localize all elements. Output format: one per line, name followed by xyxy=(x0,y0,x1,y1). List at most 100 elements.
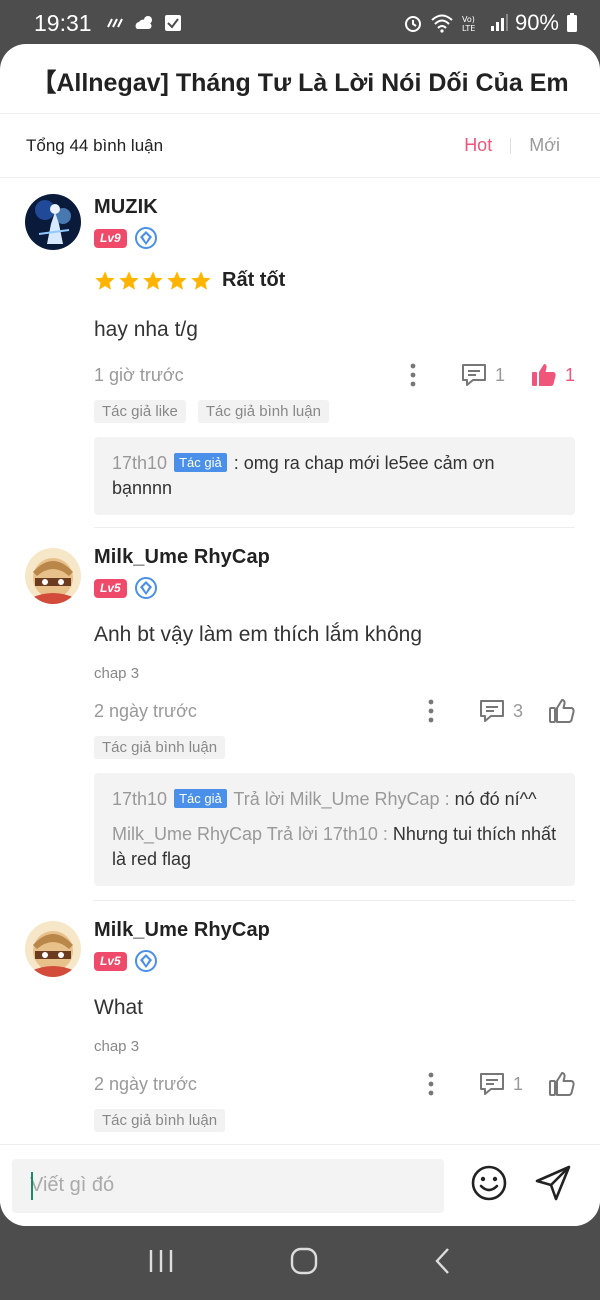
reply-author[interactable]: 17th10 xyxy=(112,789,167,809)
like-button[interactable]: 1 xyxy=(531,363,575,387)
reply-to-label: Trả lời 17th10 : xyxy=(262,824,393,844)
reply-count: 3 xyxy=(512,700,523,721)
username[interactable]: Milk_Ume RhyCap xyxy=(94,546,575,569)
replies-box[interactable]: 17th10 Tác giả Trả lời Milk_Ume RhyCap :… xyxy=(94,773,575,886)
volte-icon: Vo) LTE xyxy=(461,13,483,33)
comment-text: hay nha t/g xyxy=(94,318,198,341)
reply-author[interactable]: 17th10 xyxy=(112,453,167,473)
comment-meta: 1 giờ trước 1 1 xyxy=(94,360,575,390)
comment-list[interactable]: MUZIK Lv9 Rất tốt hay nha t/g 1 giờ trướ… xyxy=(0,178,600,1144)
username[interactable]: MUZIK xyxy=(94,194,575,219)
alarm-icon xyxy=(403,13,423,33)
username[interactable]: Milk_Ume RhyCap xyxy=(94,919,575,942)
signal-icon xyxy=(490,14,508,32)
svg-text:Vo): Vo) xyxy=(462,15,475,24)
comment-meta: 2 ngày trước 3 xyxy=(94,696,575,726)
verified-shield-icon xyxy=(134,577,157,599)
tag-author-like: Tác giả like xyxy=(94,400,186,423)
reply-button[interactable]: 1 xyxy=(479,1072,523,1096)
chapter-label[interactable]: chap 3 xyxy=(94,665,575,682)
reply-author[interactable]: Milk_Ume RhyCap xyxy=(112,824,262,844)
like-button[interactable] xyxy=(549,1072,575,1096)
home-icon[interactable] xyxy=(290,1247,318,1280)
verified-shield-icon xyxy=(134,950,157,972)
comment-bubble-icon xyxy=(479,1073,504,1095)
recent-apps-icon[interactable] xyxy=(147,1248,175,1279)
text-cursor xyxy=(31,1171,33,1200)
thumbs-up-icon xyxy=(549,1072,575,1096)
comment-text: What xyxy=(94,996,144,1019)
like-button[interactable] xyxy=(549,699,575,723)
send-icon[interactable] xyxy=(534,1164,572,1207)
comment-item: Milk_Ume RhyCap Lv5 Anh bt vậy làm em th… xyxy=(0,528,600,900)
more-options-icon[interactable] xyxy=(421,1071,441,1097)
reply-item: 17th10 Tác giả Trả lời Milk_Ume RhyCap :… xyxy=(112,787,557,812)
comment-input-bar: Viết gì đó xyxy=(0,1144,600,1226)
author-tag: Tác giả xyxy=(174,453,227,472)
chapter-label[interactable]: chap 3 xyxy=(94,1038,575,1055)
comment-input[interactable]: Viết gì đó xyxy=(12,1158,444,1213)
reply-separator: : xyxy=(228,453,244,473)
comment-tags: Tác giả bình luận xyxy=(94,736,575,759)
total-comments-label: Tổng 44 bình luận xyxy=(26,135,164,155)
status-bar: 19:31 Vo) LTE 90% xyxy=(0,0,600,46)
tab-new[interactable]: Mới xyxy=(529,135,574,156)
level-badge: Lv9 xyxy=(94,228,127,248)
reply-to-label: Trả lời Milk_Ume RhyCap : xyxy=(228,789,455,809)
reply-count: 1 xyxy=(494,364,505,385)
comment-bubble-icon xyxy=(479,700,504,722)
tab-divider xyxy=(510,137,512,154)
rating: Rất tốt xyxy=(94,269,575,292)
reply-item: Milk_Ume RhyCap Trả lời 17th10 : Nhưng t… xyxy=(112,822,557,872)
user-badges: Lv9 xyxy=(94,227,575,249)
verified-shield-icon xyxy=(134,227,157,249)
thumbs-up-icon xyxy=(549,699,575,723)
reply-text: omg ra chap mới le5ee cảm ơn bạnnnn xyxy=(112,453,495,498)
comments-sheet: 【Allnegav] Tháng Tư Là Lời Nói Dối Của E… xyxy=(0,44,600,1226)
replies-box[interactable]: 17th10 Tác giả : omg ra chap mới le5ee c… xyxy=(94,437,575,515)
level-badge: Lv5 xyxy=(94,951,127,971)
rating-label: Rất tốt xyxy=(222,269,286,291)
tab-hot[interactable]: Hot xyxy=(464,135,492,156)
system-nav-bar xyxy=(0,1226,600,1300)
sheet-title: 【Allnegav] Tháng Tư Là Lời Nói Dối Của E… xyxy=(0,44,600,114)
comment-bubble-icon xyxy=(461,364,486,386)
comment-input-placeholder: Viết gì đó xyxy=(30,1174,115,1196)
like-count: 1 xyxy=(564,364,575,385)
level-badge: Lv5 xyxy=(94,578,127,598)
emoji-icon[interactable] xyxy=(470,1164,508,1207)
reply-text: nó đó ní^^ xyxy=(454,789,537,809)
reply-item: 17th10 Tác giả : omg ra chap mới le5ee c… xyxy=(112,451,557,501)
battery-percent: 90% xyxy=(514,10,559,35)
reply-button[interactable]: 3 xyxy=(479,699,523,723)
comment-tags: Tác giả like Tác giả bình luận xyxy=(94,400,575,423)
more-options-icon[interactable] xyxy=(403,362,423,388)
wifi-icon xyxy=(430,13,454,33)
tag-author-comment: Tác giả bình luận xyxy=(94,1109,226,1132)
more-options-icon[interactable] xyxy=(421,698,441,724)
tag-author-comment: Tác giả bình luận xyxy=(94,736,226,759)
avatar[interactable] xyxy=(25,194,81,250)
star-icon xyxy=(95,270,115,290)
comment-tags: Tác giả bình luận xyxy=(94,1109,575,1132)
author-tag: Tác giả xyxy=(174,789,227,808)
weather-wind-icon xyxy=(106,15,126,31)
comments-header: Tổng 44 bình luận Hot Mới xyxy=(0,114,600,178)
checkbox-icon xyxy=(164,14,182,32)
thumbs-up-filled-icon xyxy=(531,364,556,386)
weather-cloud-icon xyxy=(134,14,156,32)
back-icon[interactable] xyxy=(433,1247,453,1280)
status-time: 19:31 xyxy=(34,9,92,36)
comment-item: Milk_Ume RhyCap Lv5 What chap 3 2 ngày t… xyxy=(0,901,600,1144)
star-icon xyxy=(143,270,163,290)
avatar[interactable] xyxy=(25,921,81,977)
comment-text: Anh bt vậy làm em thích lắm không xyxy=(94,623,422,646)
battery-icon xyxy=(566,13,578,33)
avatar[interactable] xyxy=(25,548,81,604)
reply-button[interactable]: 1 xyxy=(461,363,505,387)
user-badges: Lv5 xyxy=(94,577,575,599)
comment-time: 1 giờ trước xyxy=(94,364,184,385)
comment-time: 2 ngày trước xyxy=(94,1073,197,1094)
tag-author-comment: Tác giả bình luận xyxy=(197,400,329,423)
svg-text:LTE: LTE xyxy=(462,24,475,33)
